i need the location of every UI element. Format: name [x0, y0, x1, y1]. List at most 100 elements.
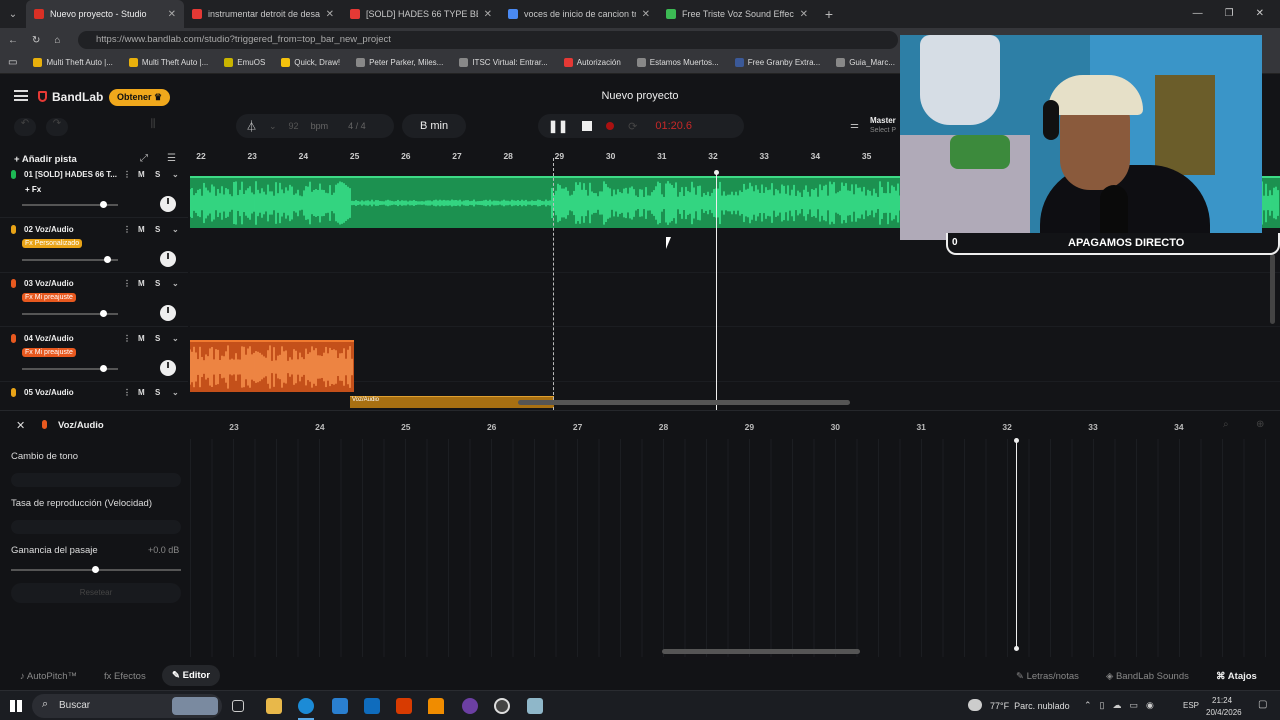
solo-button[interactable]: S — [155, 388, 160, 397]
project-title[interactable]: Nuevo proyecto — [560, 90, 720, 102]
bookmark-item[interactable]: Guia_Marc... — [836, 58, 895, 67]
tab-close-icon[interactable]: ✕ — [800, 9, 808, 20]
track-more-icon[interactable]: ⋮ — [123, 334, 131, 343]
solo-button[interactable]: S — [155, 279, 160, 288]
track-name[interactable]: 03 Voz/Audio — [24, 279, 118, 288]
browser-tab[interactable]: [SOLD] HADES 66 TYPE BEAT – "I ✕ — [342, 0, 500, 28]
windows-start-icon[interactable] — [10, 700, 22, 712]
editor-zoom-in-icon[interactable]: ⊕ — [1256, 419, 1264, 430]
bookmark-item[interactable]: Autorización — [563, 58, 621, 67]
pan-knob[interactable] — [160, 250, 176, 267]
track-lane[interactable] — [190, 273, 1280, 328]
maximize-icon[interactable]: ❐ — [1225, 0, 1234, 28]
track-name[interactable]: 02 Voz/Audio — [24, 225, 118, 234]
efectos-button[interactable]: fx Efectos — [104, 671, 146, 682]
back-icon[interactable]: ← — [8, 35, 18, 46]
pan-knob[interactable] — [160, 196, 176, 212]
close-editor-icon[interactable]: ✕ — [16, 419, 25, 432]
pan-knob[interactable] — [160, 359, 176, 376]
track-header[interactable]: 02 Voz/Audio ⋮ M S ⌄ Fx Personalizado — [0, 219, 188, 273]
record-button[interactable] — [606, 122, 615, 130]
obs-icon[interactable] — [462, 698, 478, 714]
bookmarks-menu-icon[interactable]: ▭ — [8, 57, 17, 68]
vlc-icon[interactable] — [428, 698, 444, 714]
mute-button[interactable]: M — [138, 225, 145, 234]
language-indicator[interactable]: ESP — [1183, 701, 1199, 710]
stop-button[interactable] — [582, 121, 593, 131]
volume-slider[interactable] — [22, 255, 118, 263]
autopitch-button[interactable]: ♪ AutoPitch™ — [20, 671, 77, 682]
weather-text[interactable]: 77°F Parc. nublado — [990, 701, 1070, 711]
solo-button[interactable]: S — [155, 334, 160, 343]
track-more-icon[interactable]: ⋮ — [123, 170, 131, 179]
bookmark-item[interactable]: Quick, Draw! — [281, 58, 340, 67]
pan-knob[interactable] — [160, 305, 176, 322]
new-tab-button[interactable]: + — [816, 6, 842, 22]
app-icon[interactable] — [527, 698, 543, 714]
editor-tab-button[interactable]: ✎ Editor — [162, 665, 221, 686]
url-field[interactable]: https://www.bandlab.com/studio?triggered… — [78, 31, 898, 49]
minimize-icon[interactable]: — — [1193, 0, 1203, 28]
editor-ruler[interactable]: 23 24 25 26 27 28 29 30 31 32 33 34 — [190, 419, 1280, 435]
mute-button[interactable]: M — [138, 388, 145, 397]
edge-icon[interactable] — [298, 698, 314, 714]
track-expand-icon[interactable]: ⌄ — [172, 334, 179, 343]
chrome-icon[interactable] — [494, 698, 510, 714]
browser-tab[interactable]: instrumentar detroit de desamor ✕ — [184, 0, 342, 28]
track-header[interactable]: 04 Voz/Audio ⋮ M S ⌄ Fx Mi preajuste — [0, 328, 188, 382]
volume-slider[interactable] — [22, 364, 118, 372]
track-header[interactable]: 03 Voz/Audio ⋮ M S ⌄ Fx Mi preajuste — [0, 273, 188, 328]
key-selector[interactable]: B min — [402, 114, 466, 138]
track-expand-icon[interactable]: ⌄ — [172, 388, 179, 397]
file-explorer-icon[interactable] — [266, 698, 282, 714]
clock-time[interactable]: 21:24 — [1212, 696, 1232, 705]
track-fx-badge[interactable]: Fx Personalizado — [22, 238, 83, 248]
home-icon[interactable]: ⌂ — [54, 35, 60, 46]
metronome-icon[interactable]: ⏃ — [246, 118, 257, 134]
track-more-icon[interactable]: ⋮ — [123, 388, 131, 397]
mute-button[interactable]: M — [138, 279, 145, 288]
reset-button[interactable]: Resetear — [11, 583, 181, 603]
track-name[interactable]: 01 [SOLD] HADES 66 T... — [24, 170, 118, 179]
volume-thumb[interactable] — [99, 201, 107, 208]
browser-tab[interactable]: Nuevo proyecto - Studio ✕ — [26, 0, 184, 28]
redo-icon[interactable]: ↷ — [46, 118, 68, 136]
volume-thumb[interactable] — [99, 310, 107, 318]
volume-thumb[interactable] — [104, 255, 112, 263]
solo-button[interactable]: S — [155, 170, 160, 179]
vertical-scrollbar[interactable] — [1270, 254, 1275, 324]
volume-slider[interactable] — [22, 201, 118, 208]
mixer-icon[interactable]: ⫼ — [143, 118, 163, 136]
notifications-icon[interactable]: ▢ — [1258, 699, 1267, 710]
solo-button[interactable]: S — [155, 225, 160, 234]
tab-menu-button[interactable]: ⌄ — [0, 9, 26, 20]
master-control[interactable]: ⚌ Master Select P — [846, 114, 906, 138]
track-fx-badge[interactable]: Fx Mi preajuste — [22, 347, 76, 357]
volume-thumb[interactable] — [99, 364, 107, 372]
bookmark-item[interactable]: ITSC Virtual: Entrar... — [459, 58, 548, 67]
task-view-icon[interactable] — [232, 700, 244, 712]
track-name[interactable]: 04 Voz/Audio — [24, 334, 118, 343]
browser-tab[interactable]: voces de inicio de cancion triste ✕ — [500, 0, 658, 28]
audio-clip-voz[interactable] — [190, 340, 354, 392]
tray-icons[interactable]: ⌃▯☁▭◉ — [1084, 700, 1162, 711]
letras-button[interactable]: ✎ Letras/notas — [1016, 671, 1079, 682]
rate-slider[interactable] — [11, 520, 181, 534]
track-expand-icon[interactable]: ⌄ — [172, 279, 179, 288]
bookmark-item[interactable]: Multi Theft Auto |... — [128, 58, 208, 67]
reload-icon[interactable]: ↻ — [32, 35, 40, 46]
track-fx-badge[interactable]: + Fx — [22, 184, 44, 195]
volume-slider[interactable] — [22, 310, 118, 318]
track-name[interactable]: 05 Voz/Audio — [24, 388, 118, 397]
close-window-icon[interactable]: ✕ — [1256, 0, 1264, 28]
playhead-handle[interactable] — [714, 170, 719, 175]
track-fx-badge[interactable]: Fx Mi preajuste — [22, 293, 76, 303]
tab-close-icon[interactable]: ✕ — [168, 9, 176, 20]
track-more-icon[interactable]: ⋮ — [123, 225, 131, 234]
undo-icon[interactable]: ↶ — [14, 118, 36, 136]
pause-button[interactable]: ❚❚ — [548, 119, 568, 133]
tab-close-icon[interactable]: ✕ — [642, 9, 650, 20]
taskbar-search[interactable]: ⌕ Buscar — [32, 694, 222, 718]
obtener-button[interactable]: Obtener ♛ — [109, 89, 171, 106]
tempo-control[interactable]: ⏃ ⌄ 92 bpm 4 / 4 — [236, 114, 394, 138]
